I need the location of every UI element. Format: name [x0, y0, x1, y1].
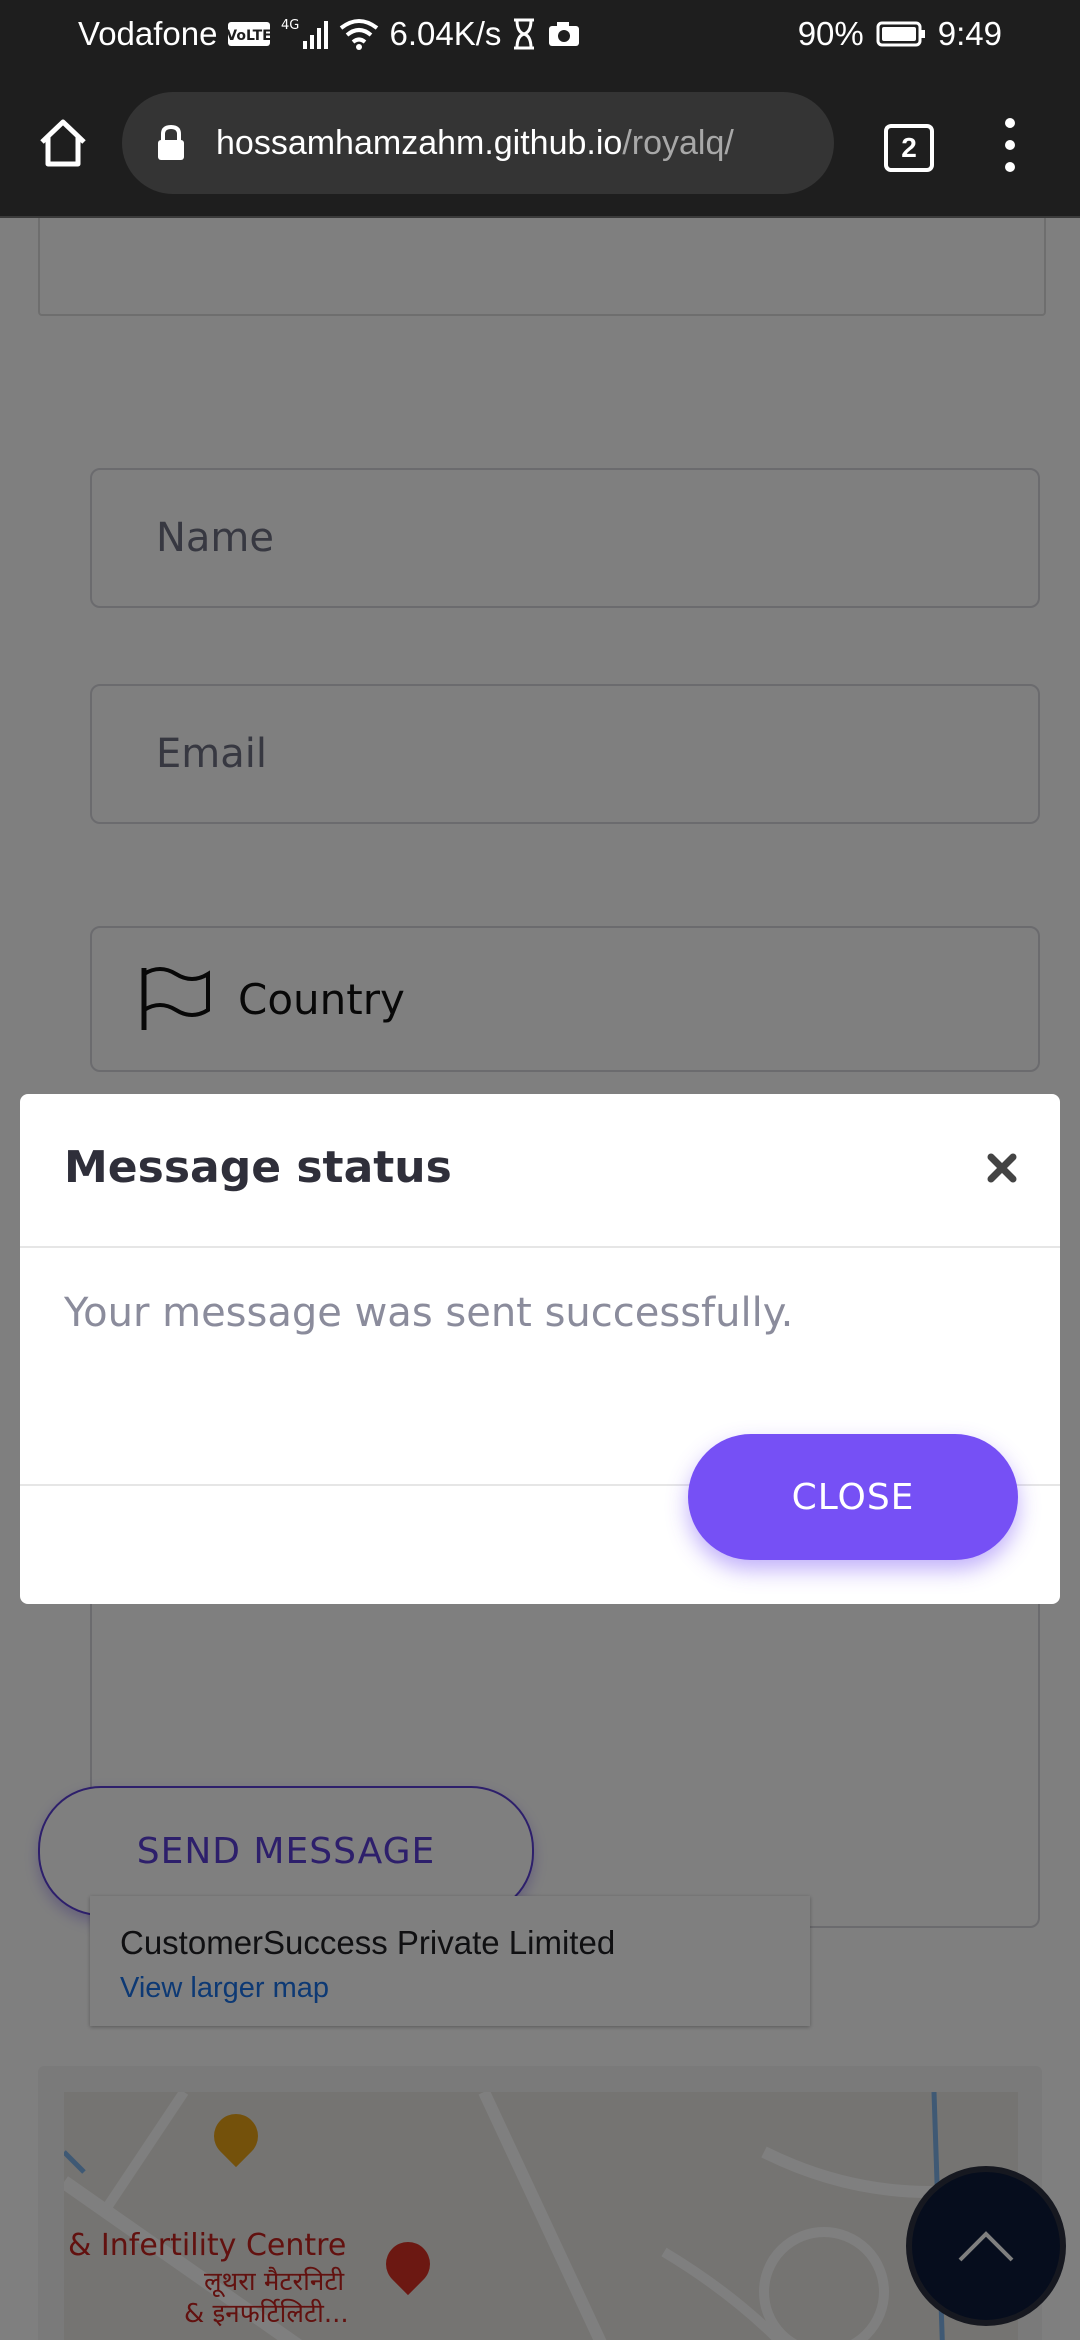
- menu-dot: [1005, 118, 1015, 128]
- carrier-label: Vodafone: [78, 15, 218, 52]
- message-status-modal: Message status Your message was sent suc…: [20, 1094, 1060, 1604]
- hourglass-icon: [511, 18, 537, 50]
- home-icon: [40, 119, 86, 167]
- menu-dot: [1005, 140, 1015, 150]
- address-bar[interactable]: hossamhamzahm.github.io/royalq/: [122, 92, 834, 194]
- close-button[interactable]: CLOSE: [688, 1434, 1018, 1560]
- wifi-icon: [339, 18, 379, 50]
- url-path: /royalq/: [622, 123, 734, 162]
- overflow-menu-button[interactable]: [990, 118, 1030, 172]
- clock: 9:49: [937, 15, 1002, 52]
- close-icon: [987, 1153, 1017, 1183]
- network-type-label: 4G: [281, 18, 299, 33]
- volte-badge-text: VoLTE: [227, 28, 271, 44]
- battery-icon: [876, 20, 926, 48]
- url-host: hossamhamzahm.github.io: [216, 123, 623, 162]
- tab-switcher-button[interactable]: 2: [884, 124, 934, 172]
- modal-close-x-button[interactable]: [980, 1146, 1024, 1190]
- status-bar: Vodafone VoLTE 4G 6.04K/s 90% 9:49: [0, 0, 1080, 72]
- lock-icon: [156, 123, 192, 163]
- net-speed-label: 6.04K/s: [389, 15, 502, 52]
- battery-percent-label: 90%: [797, 15, 864, 52]
- menu-dot: [1005, 162, 1015, 172]
- camera-off-icon: [547, 20, 581, 48]
- modal-message: Your message was sent successfully.: [64, 1290, 794, 1336]
- modal-title: Message status: [64, 1142, 452, 1193]
- url-text: hossamhamzahm.github.io/royalq/: [216, 124, 734, 163]
- volte-icon: VoLTE: [227, 21, 271, 47]
- modal-header: Message status: [20, 1094, 1060, 1248]
- home-button[interactable]: [30, 110, 96, 176]
- signal-icon: 4G: [281, 17, 329, 51]
- browser-toolbar: hossamhamzahm.github.io/royalq/ 2: [0, 72, 1080, 218]
